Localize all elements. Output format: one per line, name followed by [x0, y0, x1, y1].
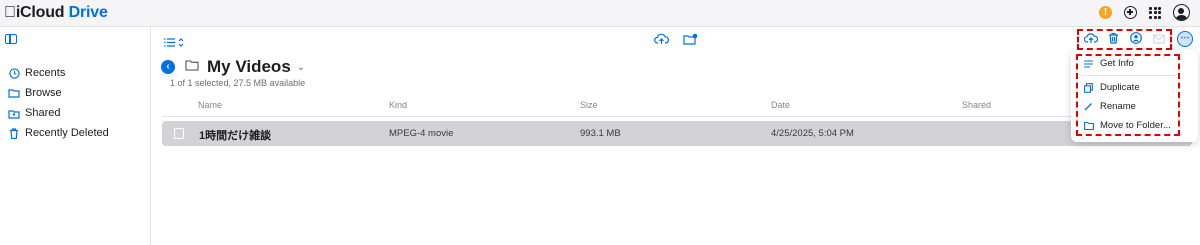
- menu-item-rename[interactable]: Rename: [1084, 101, 1136, 112]
- sidebar-item-browse[interactable]: Browse: [8, 83, 109, 103]
- menu-item-label: Rename: [1100, 101, 1136, 112]
- app-grid-icon[interactable]: [1149, 6, 1161, 19]
- apple-logo-icon: : [4, 4, 16, 21]
- mail-icon[interactable]: [1153, 31, 1165, 49]
- menu-item-move-to-folder[interactable]: Move to Folder...: [1084, 120, 1171, 131]
- file-kind: MPEG-4 movie: [389, 128, 454, 139]
- sidebar-item-recently-deleted[interactable]: Recently Deleted: [8, 123, 109, 143]
- chevron-down-icon[interactable]: ⌄: [297, 62, 305, 73]
- sidebar: Recents Browse Shared Recently Deleted: [0, 27, 151, 245]
- menu-item-label: Duplicate: [1100, 82, 1140, 93]
- column-header-size[interactable]: Size: [580, 100, 598, 110]
- menu-item-get-info[interactable]: Get Info: [1084, 58, 1134, 69]
- sidebar-item-label: Recents: [25, 67, 66, 79]
- table-row[interactable]: 1時間だけ雑談 MPEG-4 movie 993.1 MB 4/25/2025,…: [162, 121, 1192, 146]
- menu-item-label: Get Info: [1100, 58, 1134, 69]
- cloud-upload-icon[interactable]: [654, 32, 669, 50]
- app-brand[interactable]: iCloud Drive: [4, 4, 108, 22]
- sort-chevron-icon: [178, 34, 184, 52]
- trash-icon[interactable]: [1108, 31, 1119, 49]
- sidebar-item-label: Recently Deleted: [25, 127, 109, 139]
- brand-name: Drive: [56, 4, 108, 21]
- sidebar-item-shared[interactable]: Shared: [8, 103, 109, 123]
- account-icon[interactable]: [1173, 4, 1190, 21]
- duplicate-icon: [1084, 82, 1094, 93]
- column-header-kind[interactable]: Kind: [389, 100, 407, 110]
- folder-icon: [8, 87, 20, 99]
- view-options-button[interactable]: [164, 34, 184, 52]
- header-divider: [162, 116, 1192, 117]
- info-lines-icon: [1084, 59, 1094, 68]
- sidebar-nav: Recents Browse Shared Recently Deleted: [8, 63, 109, 143]
- share-user-icon[interactable]: [1129, 31, 1143, 49]
- sidebar-item-label: Shared: [25, 107, 61, 119]
- menu-divider: [1081, 75, 1177, 76]
- video-file-icon: [174, 128, 184, 139]
- more-options-button[interactable]: ⋯: [1177, 31, 1193, 47]
- warning-icon[interactable]: !: [1099, 6, 1112, 19]
- main-content: ‹ My Videos ⌄ 1 of 1 selected, 27.5 MB a…: [152, 27, 1200, 245]
- file-size: 993.1 MB: [580, 128, 621, 139]
- sidebar-item-recents[interactable]: Recents: [8, 63, 109, 83]
- column-header-shared[interactable]: Shared: [962, 100, 991, 110]
- menu-item-duplicate[interactable]: Duplicate: [1084, 82, 1140, 93]
- column-header-date[interactable]: Date: [771, 100, 790, 110]
- upload-icon[interactable]: [1083, 31, 1099, 49]
- plus-circle-icon[interactable]: [1124, 6, 1137, 19]
- sidebar-toggle-icon[interactable]: [5, 34, 17, 44]
- trash-icon: [8, 127, 20, 139]
- file-date: 4/25/2025, 5:04 PM: [771, 128, 854, 139]
- pencil-icon: [1084, 102, 1094, 111]
- list-view-icon: [164, 34, 175, 52]
- back-button[interactable]: ‹: [161, 60, 175, 74]
- menu-item-label: Move to Folder...: [1100, 120, 1171, 131]
- column-header-name[interactable]: Name: [198, 100, 222, 110]
- selection-toolbar: [1077, 29, 1172, 50]
- clock-icon: [8, 67, 20, 79]
- brand-prefix: iCloud: [4, 4, 65, 21]
- shared-folder-icon: [8, 107, 20, 119]
- page-title: My Videos: [207, 57, 291, 76]
- top-bar: iCloud Drive !: [0, 0, 1200, 27]
- move-folder-icon: [1084, 121, 1094, 130]
- selection-status: 1 of 1 selected, 27.5 MB available: [170, 78, 306, 88]
- folder-icon: [185, 58, 199, 76]
- file-name: 1時間だけ雑談: [199, 130, 272, 142]
- context-menu: Get Info Duplicate Rename Move to Folder…: [1071, 50, 1198, 142]
- folder-header[interactable]: My Videos ⌄: [185, 57, 305, 77]
- new-folder-icon[interactable]: [683, 32, 698, 50]
- sidebar-item-label: Browse: [25, 87, 62, 99]
